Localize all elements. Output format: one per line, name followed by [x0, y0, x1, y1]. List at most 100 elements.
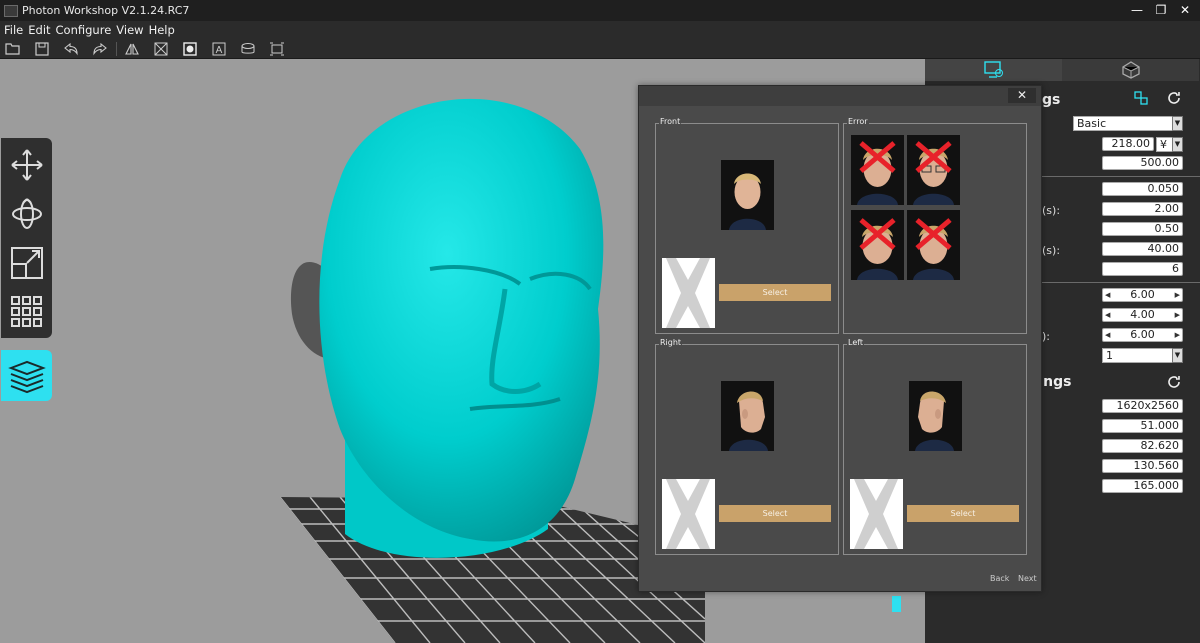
- lift-distance-stepper[interactable]: ◀ 6.00 ▶: [1102, 288, 1183, 302]
- undo-icon[interactable]: [62, 41, 80, 57]
- build-x-field[interactable]: 82.620: [1102, 439, 1183, 453]
- error-photo: [907, 135, 960, 205]
- chevron-down-icon: ▼: [1172, 116, 1183, 131]
- title-bar: Photon Workshop V2.1.24.RC7 — ❐ ✕: [0, 0, 1200, 21]
- open-icon[interactable]: [4, 41, 22, 57]
- profile-select[interactable]: Basic ▼: [1073, 116, 1183, 131]
- resolution-field[interactable]: 1620x2560: [1102, 399, 1183, 413]
- scale-icon[interactable]: [9, 245, 45, 281]
- stepper-value: 6.00: [1130, 288, 1155, 301]
- share-icon[interactable]: [1134, 90, 1148, 109]
- decrement-icon[interactable]: ◀: [1105, 289, 1110, 301]
- currency-select[interactable]: ¥ ▼: [1156, 137, 1183, 152]
- front-select-button[interactable]: Select: [719, 284, 831, 301]
- increment-icon[interactable]: ▶: [1175, 289, 1180, 301]
- next-button[interactable]: Next: [1018, 574, 1037, 583]
- error-photo: [907, 210, 960, 280]
- rotate-icon[interactable]: [9, 196, 45, 232]
- menu-edit[interactable]: Edit: [28, 23, 50, 37]
- close-icon[interactable]: ✕: [1178, 2, 1192, 18]
- support-icon[interactable]: [152, 41, 170, 57]
- stepper-value: 4.00: [1130, 308, 1155, 321]
- menu-view[interactable]: View: [116, 23, 143, 37]
- increment-icon[interactable]: ▶: [1175, 329, 1180, 341]
- settings-heading: gs: [1042, 92, 1061, 108]
- error-group: Error: [843, 117, 1027, 334]
- divider: [1025, 282, 1200, 283]
- anti-alias-value: 1: [1106, 349, 1113, 362]
- exposure-field[interactable]: 2.00: [1102, 202, 1183, 216]
- bottom-exposure-field[interactable]: 40.00: [1102, 242, 1183, 256]
- left-group: Left Select: [843, 338, 1027, 555]
- decrement-icon[interactable]: ◀: [1105, 329, 1110, 341]
- menu-file[interactable]: File: [4, 23, 23, 37]
- left-toolbar: [1, 138, 52, 338]
- save-icon[interactable]: [33, 41, 51, 57]
- anti-alias-select[interactable]: 1 ▼: [1102, 348, 1183, 363]
- bottom-layers-field[interactable]: 6: [1102, 262, 1183, 276]
- photo-import-dialog: ✕ Front Select Error Right Select Left S…: [638, 85, 1042, 592]
- setting-label: (s):: [1042, 204, 1061, 217]
- svg-text:A: A: [216, 45, 223, 56]
- decrement-icon[interactable]: ◀: [1105, 309, 1110, 321]
- hollow-icon[interactable]: [181, 41, 199, 57]
- currency-value: ¥: [1160, 138, 1167, 151]
- dialog-close-button[interactable]: ✕: [1008, 88, 1036, 103]
- error-photo: [851, 135, 904, 205]
- front-group: Front Select: [655, 117, 839, 334]
- profile-value: Basic: [1077, 117, 1107, 130]
- refresh-icon[interactable]: [1167, 90, 1181, 109]
- menu-help[interactable]: Help: [149, 23, 175, 37]
- right-placeholder-image: [662, 479, 715, 549]
- app-icon: [4, 4, 18, 17]
- lift-speed-stepper[interactable]: ◀ 4.00 ▶: [1102, 308, 1183, 322]
- setting-label: ):: [1042, 330, 1050, 343]
- cube-icon: [1121, 61, 1140, 79]
- error-label: Error: [847, 117, 869, 126]
- punch-icon[interactable]: [239, 41, 257, 57]
- toolbar-separator: [116, 41, 117, 56]
- layers-icon[interactable]: [1, 350, 52, 401]
- build-z-field[interactable]: 165.000: [1102, 479, 1183, 493]
- right-group: Right Select: [655, 338, 839, 555]
- dialog-header: ✕: [639, 86, 1041, 106]
- refresh-icon[interactable]: [1167, 374, 1181, 393]
- toolbar: A: [0, 39, 1200, 59]
- divider: [1025, 176, 1200, 177]
- pixel-size-field[interactable]: 51.000: [1102, 419, 1183, 433]
- volume-field[interactable]: 500.00: [1102, 156, 1183, 170]
- retract-speed-stepper[interactable]: ◀ 6.00 ▶: [1102, 328, 1183, 342]
- price-field[interactable]: 218.00: [1102, 137, 1154, 151]
- right-label: Right: [659, 338, 683, 347]
- build-y-field[interactable]: 130.560: [1102, 459, 1183, 473]
- grid-layout-icon[interactable]: [9, 294, 45, 330]
- text-icon[interactable]: A: [210, 41, 228, 57]
- front-placeholder-image: [662, 258, 715, 328]
- error-photo: [851, 210, 904, 280]
- move-icon[interactable]: [9, 147, 45, 183]
- front-photo: [721, 160, 774, 230]
- left-placeholder-image: [850, 479, 903, 549]
- tab-print-settings[interactable]: [925, 59, 1062, 81]
- window-title: Photon Workshop V2.1.24.RC7: [22, 4, 190, 17]
- left-select-button[interactable]: Select: [907, 505, 1019, 522]
- minimize-icon[interactable]: —: [1130, 2, 1144, 18]
- chevron-down-icon: ▼: [1172, 348, 1183, 363]
- tab-models[interactable]: [1062, 59, 1199, 81]
- mirror-icon[interactable]: [123, 41, 141, 57]
- right-select-button[interactable]: Select: [719, 505, 831, 522]
- off-time-field[interactable]: 0.50: [1102, 222, 1183, 236]
- front-label: Front: [659, 117, 682, 126]
- chevron-down-icon: ▼: [1172, 137, 1183, 152]
- menu-bar: File Edit Configure View Help: [0, 21, 1200, 39]
- restore-icon[interactable]: ❐: [1154, 2, 1168, 18]
- left-photo: [909, 381, 962, 451]
- layer-height-field[interactable]: 0.050: [1102, 182, 1183, 196]
- back-button[interactable]: Back: [990, 574, 1009, 583]
- right-photo: [721, 381, 774, 451]
- setting-label: (s):: [1042, 244, 1061, 257]
- menu-configure[interactable]: Configure: [56, 23, 112, 37]
- repair-icon[interactable]: [268, 41, 286, 57]
- redo-icon[interactable]: [91, 41, 109, 57]
- increment-icon[interactable]: ▶: [1175, 309, 1180, 321]
